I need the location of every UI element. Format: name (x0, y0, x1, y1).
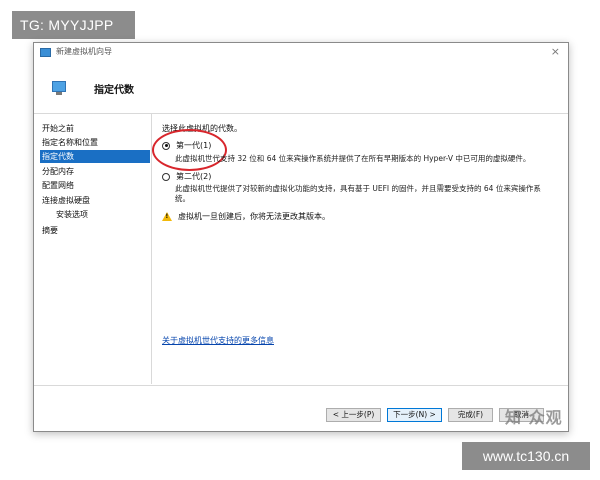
sidebar-item-virtual-disk[interactable]: 连接虚拟硬盘 (40, 194, 150, 207)
generation-2-radio[interactable] (162, 172, 170, 181)
page-title: 指定代数 (94, 85, 134, 96)
warning-icon: ! (162, 212, 172, 221)
wizard-header: 指定代数 (34, 63, 568, 114)
warning-text: 虚拟机一旦创建后，你将无法更改其版本。 (178, 212, 330, 221)
sidebar-item-before-you-begin[interactable]: 开始之前 (40, 122, 150, 135)
watermark-bottom-right: www.tc130.cn (462, 442, 590, 470)
generation-2-description: 此虚拟机世代提供了对较新的虚拟化功能的支持，具有基于 UEFI 的固件，并且需要… (175, 184, 541, 203)
new-vm-wizard-window: 新建虚拟机向导 × 指定代数 开始之前 指定名称和位置 指定代数 分配内存 配置… (33, 42, 569, 432)
sidebar-item-install-options[interactable]: 安装选项 (40, 208, 150, 221)
finish-button[interactable]: 完成(F) (448, 408, 493, 422)
watermark-top-left: TG: MYYJJPP (12, 11, 135, 39)
vm-monitor-icon (40, 48, 51, 57)
generation-1-description: 此虚拟机世代支持 32 位和 64 位来宾操作系统并提供了在所有早期版本的 Hy… (175, 154, 531, 163)
warning-message: ! 虚拟机一旦创建后，你将无法更改其版本。 (162, 211, 330, 222)
close-icon[interactable]: × (551, 45, 560, 58)
sidebar-item-summary[interactable]: 摘要 (40, 224, 150, 237)
generation-2-option[interactable]: 第二代(2) (162, 171, 211, 182)
sidebar-item-generation[interactable]: 指定代数 (40, 150, 150, 163)
sidebar-item-name-location[interactable]: 指定名称和位置 (40, 136, 150, 149)
red-annotation-circle (152, 129, 227, 171)
wizard-content: 选择此虚拟机的代数。 第一代(1) 此虚拟机世代支持 32 位和 64 位来宾操… (152, 123, 562, 383)
sidebar-item-memory[interactable]: 分配内存 (40, 165, 150, 178)
previous-button[interactable]: < 上一步(P) (326, 408, 381, 422)
more-info-link[interactable]: 关于虚拟机世代支持的更多信息 (162, 335, 274, 346)
generation-1-option[interactable]: 第一代(1) (152, 129, 227, 171)
title-bar: 新建虚拟机向导 × (34, 43, 568, 63)
sidebar-item-network[interactable]: 配置网络 (40, 179, 150, 192)
window-title: 新建虚拟机向导 (56, 47, 112, 56)
wizard-steps-sidebar: 开始之前 指定名称和位置 指定代数 分配内存 配置网络 连接虚拟硬盘 安装选项 … (34, 114, 152, 384)
wizard-footer: < 上一步(P) 下一步(N) > 完成(F) 取消 (34, 385, 568, 433)
next-button[interactable]: 下一步(N) > (387, 408, 442, 422)
generation-1-radio[interactable] (162, 141, 170, 150)
generation-2-label: 第二代(2) (176, 172, 212, 181)
watermark-overlay: 知 众观 (505, 408, 563, 427)
monitor-icon (52, 81, 66, 95)
